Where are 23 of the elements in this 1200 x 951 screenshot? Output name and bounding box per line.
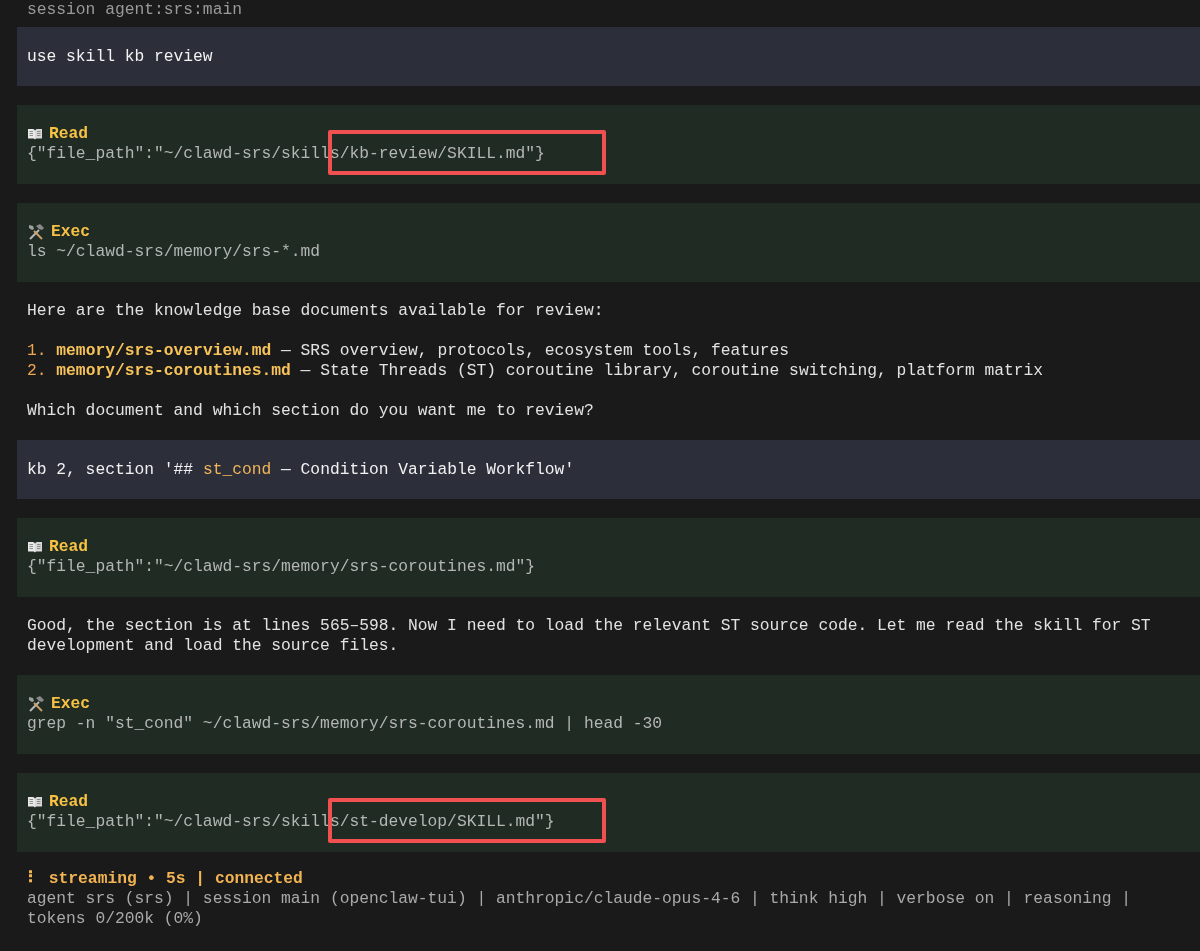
tool-name: Exec [51, 222, 91, 242]
assistant-text: Good, the section is at lines 565–598. Now I need to load the relevant ST source code. Let me read the skill for ST development and load the source files. [27, 616, 1152, 656]
book-icon [27, 795, 43, 809]
stream-status: ⠇ streaming • 5s | connected [27, 869, 304, 889]
tool-arguments: ls ~/clawd-srs/memory/srs-*.md [27, 242, 322, 262]
user-message: use skill kb review [17, 27, 1200, 86]
assistant-text: Here are the knowledge base documents available for review: [27, 301, 605, 321]
tool-name: Read [49, 792, 89, 812]
tool-name: Read [49, 124, 89, 144]
list-item: 1. memory/srs-overview.md — SRS overview, protocols, ecosystem tools, features [27, 341, 791, 361]
tool-name: Read [49, 537, 89, 557]
user-message: kb 2, section '## st_cond — Condition Variable Workflow' [17, 440, 1200, 499]
tool-arguments: grep -n "st_cond" ~/clawd-srs/memory/srs-coroutines.md | head -30 [27, 714, 664, 734]
tool-name: Exec [51, 694, 91, 714]
book-icon [27, 127, 43, 141]
session-info: agent srs (srs) | session main (openclaw-tui) | anthropic/claude-opus-4-6 | think high | verbose on | reasoning | tokens 0/200k (0%) [27, 889, 1133, 929]
list-item: 2. memory/srs-coroutines.md — State Threads (ST) coroutine library, coroutine switching, platform matrix [27, 361, 1045, 381]
book-icon [27, 540, 43, 554]
session-line: session agent:srs:main [26, 0, 243, 20]
tools-icon [27, 223, 45, 241]
assistant-text: Which document and which section do you want me to review? [27, 401, 595, 421]
tool-arguments: {"file_path":"~/clawd-srs/memory/srs-coroutines.md"} [27, 557, 537, 577]
tools-icon [27, 695, 45, 713]
